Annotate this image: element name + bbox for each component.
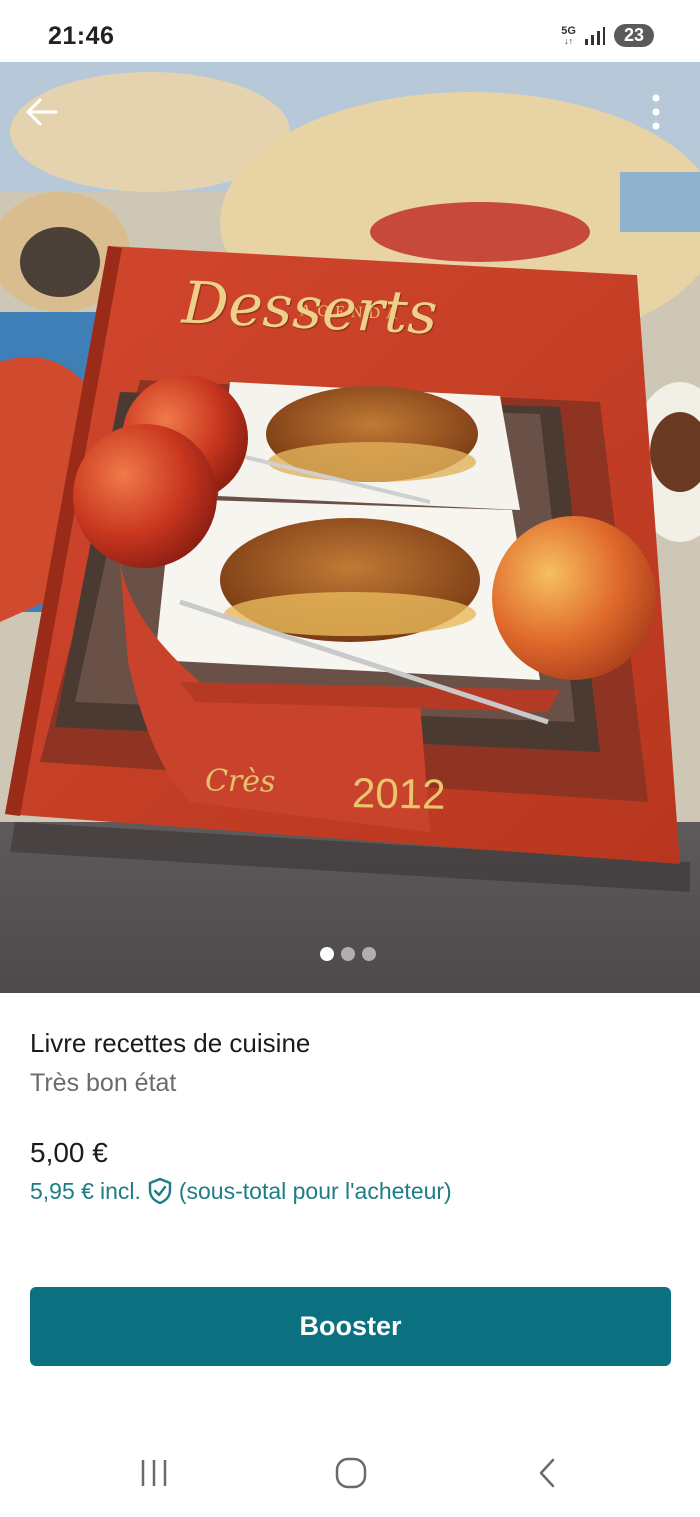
recent-apps-icon[interactable] <box>135 1456 175 1492</box>
signal-icon <box>584 26 605 45</box>
network-label: 5G ↓↑ <box>561 24 576 46</box>
buyer-price: 5,95 € <box>30 1177 94 1204</box>
gallery-dot-2[interactable] <box>341 947 355 961</box>
book-cover-photo <box>0 62 700 993</box>
status-bar: 21:46 5G ↓↑ 23 <box>0 0 700 62</box>
buyer-price-info[interactable]: 5,95 € incl. (sous-total pour l'acheteur… <box>30 1177 452 1205</box>
item-price: 5,00 € <box>30 1137 108 1168</box>
cover-publisher: Crès <box>204 763 276 800</box>
item-condition: Très bon état <box>30 1069 177 1097</box>
buyer-price-suffix: incl. <box>99 1177 141 1204</box>
booster-button[interactable]: Booster <box>30 1287 671 1366</box>
home-icon[interactable] <box>331 1456 371 1492</box>
gallery-dot-3[interactable] <box>362 947 376 961</box>
cover-title: Desserts <box>180 268 439 348</box>
more-options-icon[interactable] <box>642 90 670 134</box>
back-icon[interactable] <box>527 1456 567 1492</box>
gallery-pagination <box>320 947 376 961</box>
back-arrow-icon[interactable] <box>24 94 60 130</box>
item-photo-gallery[interactable]: AGENDA Desserts Crès 2012 <box>0 62 700 993</box>
status-icons: 5G ↓↑ 23 <box>561 24 654 47</box>
buyer-note: (sous-total pour l'acheteur) <box>178 1177 452 1204</box>
battery-icon: 23 <box>613 24 654 47</box>
shield-check-icon <box>148 1177 172 1205</box>
status-time: 21:46 <box>48 22 115 50</box>
gallery-dot-1[interactable] <box>320 947 334 961</box>
system-nav-bar <box>0 1430 700 1517</box>
item-title: Livre recettes de cuisine <box>30 1028 311 1058</box>
cover-year: 2012 <box>351 769 446 818</box>
